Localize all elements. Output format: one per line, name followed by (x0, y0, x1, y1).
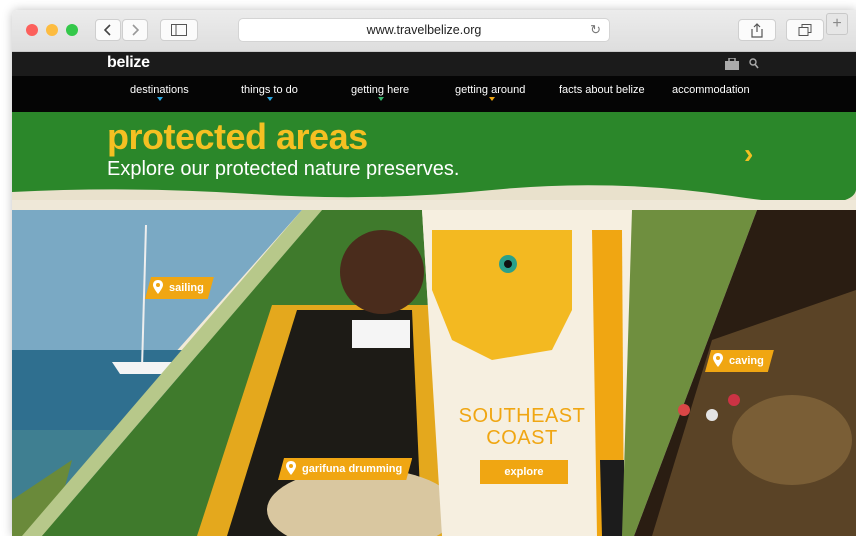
sailing-tag[interactable]: sailing (145, 277, 214, 299)
search-icon[interactable] (749, 58, 759, 69)
back-button[interactable] (95, 19, 121, 41)
minimize-window-button[interactable] (46, 24, 58, 36)
nav-facts-about-belize[interactable]: facts about belize (559, 84, 645, 96)
southeast-coast-title: SOUTHEAST COAST (442, 405, 602, 449)
explore-button[interactable]: explore (480, 460, 568, 484)
nav-getting-around[interactable]: getting around (455, 84, 525, 96)
share-icon (751, 22, 763, 38)
tabs-icon (798, 24, 812, 36)
reload-icon[interactable]: ↻ (590, 19, 601, 41)
paper-divider (12, 200, 856, 210)
url-text: www.travelbelize.org (366, 23, 482, 37)
sidebar-button[interactable] (160, 19, 198, 41)
nav-getting-here[interactable]: getting here (351, 84, 409, 96)
caving-label: caving (729, 355, 764, 367)
browser-window: www.travelbelize.org ↻ belize destinatio… (12, 10, 856, 536)
sailing-label: sailing (169, 282, 204, 294)
region-title-line1: SOUTHEAST (458, 405, 586, 427)
nav-destinations[interactable]: destinations (130, 84, 189, 96)
site-topbar: belize (12, 52, 856, 76)
activity-collage: sailing garifuna drumming SOUTHEAST COAS… (12, 210, 856, 536)
site-logo[interactable]: belize (107, 54, 150, 72)
address-bar[interactable]: www.travelbelize.org ↻ (238, 18, 610, 42)
forward-icon (132, 24, 139, 36)
tabs-button[interactable] (786, 19, 824, 41)
caving-tag[interactable]: caving (705, 350, 774, 372)
zoom-window-button[interactable] (66, 24, 78, 36)
forward-button[interactable] (122, 19, 148, 41)
chevron-down-icon (378, 97, 384, 101)
chevron-down-icon (157, 97, 163, 101)
briefcase-icon[interactable] (725, 58, 739, 70)
chevron-down-icon (489, 97, 495, 101)
chevron-down-icon (267, 97, 273, 101)
nav-accommodation[interactable]: accommodation (672, 84, 750, 96)
sidebar-icon (171, 24, 187, 36)
protected-areas-banner[interactable]: protected areas Explore our protected na… (12, 112, 856, 200)
garifuna-drumming-label: garifuna drumming (302, 463, 403, 475)
banner-title: protected areas (107, 116, 368, 157)
location-pin-icon (153, 280, 163, 294)
browser-toolbar: www.travelbelize.org ↻ (12, 10, 856, 52)
new-tab-icon[interactable]: + (826, 13, 848, 35)
location-pin-icon (713, 353, 723, 367)
back-icon (104, 24, 111, 36)
location-pin-icon (286, 461, 296, 475)
region-title-line2: COAST (486, 427, 558, 449)
share-button[interactable] (738, 19, 776, 41)
chevron-right-icon[interactable]: › (744, 138, 753, 170)
banner-subtitle: Explore our protected nature preserves. (107, 158, 460, 180)
nav-things-to-do[interactable]: things to do (241, 84, 298, 96)
collage-artwork (12, 210, 856, 536)
garifuna-drumming-tag[interactable]: garifuna drumming (278, 458, 412, 480)
close-window-button[interactable] (26, 24, 38, 36)
site-nav: destinations things to do getting here g… (12, 76, 856, 112)
